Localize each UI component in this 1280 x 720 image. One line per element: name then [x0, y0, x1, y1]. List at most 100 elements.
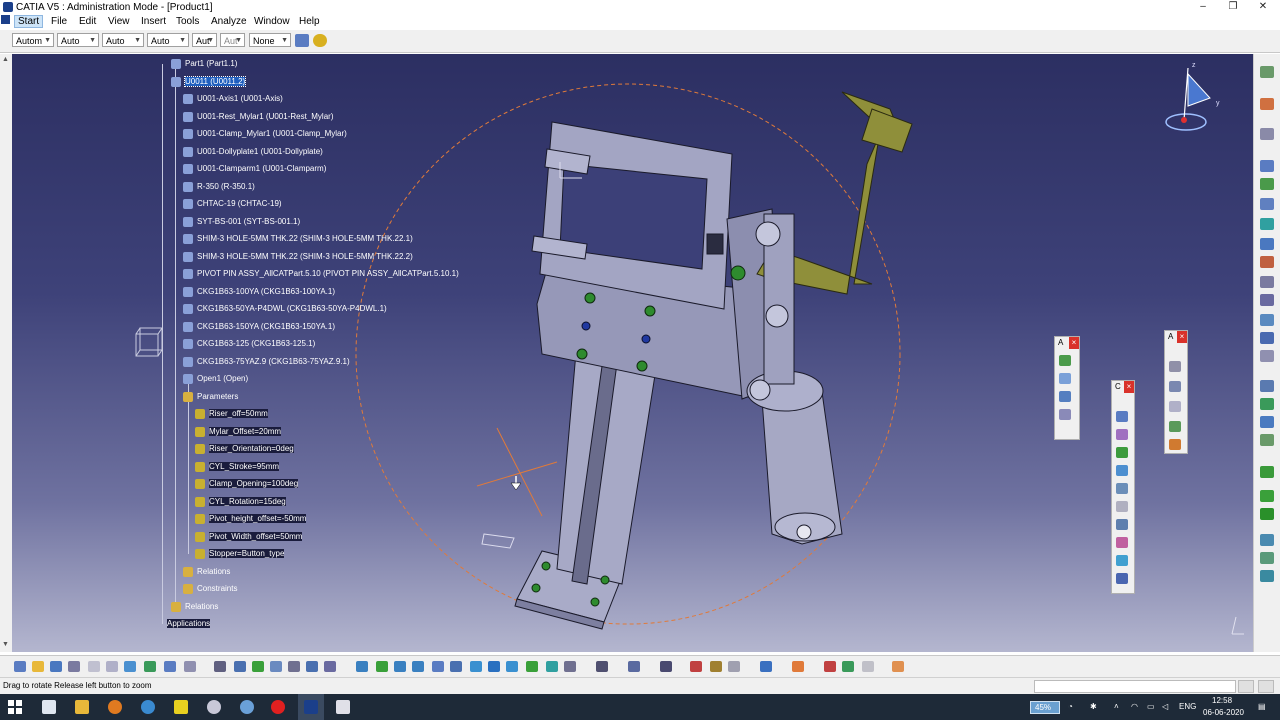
recorder-icon[interactable] — [271, 700, 285, 714]
tool-icon[interactable] — [1260, 238, 1274, 250]
toolbar-tool-icon[interactable] — [214, 661, 226, 672]
linetype-combo[interactable]: Auto ▼ — [147, 33, 189, 47]
toolbar-tool-icon[interactable] — [252, 661, 264, 672]
toolbar-tool-icon[interactable] — [164, 661, 176, 672]
tool-icon[interactable] — [1059, 391, 1071, 402]
menu-file[interactable]: File — [51, 16, 67, 27]
tool-icon[interactable] — [1260, 256, 1274, 268]
toolbar-tool-icon[interactable] — [124, 661, 136, 672]
battery-icon[interactable]: ▭ — [1147, 702, 1155, 711]
toolbar-tool-icon[interactable] — [14, 661, 26, 672]
toolbar-tool-icon[interactable] — [144, 661, 156, 672]
toolbar-tool-icon[interactable] — [660, 661, 672, 672]
toolbar-tool-icon[interactable] — [628, 661, 640, 672]
restore-button[interactable]: ❐ — [1218, 0, 1248, 14]
toolbar-tool-icon[interactable] — [842, 661, 854, 672]
tool-icon[interactable] — [1260, 398, 1274, 410]
toolbar-tool-icon[interactable] — [68, 661, 80, 672]
tool-icon[interactable] — [1059, 409, 1071, 420]
tool-icon[interactable] — [1169, 421, 1181, 432]
tool-icon[interactable] — [1116, 519, 1128, 530]
tool-icon[interactable] — [1169, 401, 1181, 412]
tool-icon[interactable] — [1260, 508, 1274, 520]
tool-icon[interactable] — [1116, 465, 1128, 476]
menu-insert[interactable]: Insert — [141, 16, 166, 27]
file-explorer-icon[interactable] — [75, 700, 89, 714]
toolbar-tool-icon[interactable] — [792, 661, 804, 672]
tool-icon[interactable] — [1260, 332, 1274, 344]
network-icon[interactable]: ◔ — [1068, 702, 1073, 711]
scroll-up-icon[interactable]: ▲ — [2, 56, 9, 63]
close-icon[interactable]: × — [1177, 331, 1187, 343]
tool-icon[interactable] — [1260, 490, 1274, 502]
clock-date[interactable]: 06-06-2020 — [1203, 708, 1244, 717]
calculator-icon[interactable] — [42, 700, 56, 714]
bluetooth-icon[interactable]: ✱ — [1090, 702, 1097, 711]
tool-icon[interactable] — [1116, 573, 1128, 584]
close-icon[interactable]: × — [1124, 381, 1134, 393]
tool-icon[interactable] — [1116, 501, 1128, 512]
app-icon[interactable] — [336, 700, 350, 714]
volume-icon[interactable]: ◁ — [1162, 702, 1168, 711]
tool-icon[interactable] — [1260, 416, 1274, 428]
tool-icon[interactable] — [1260, 66, 1274, 78]
tool-icon[interactable] — [1260, 128, 1274, 140]
toolbar-tool-icon[interactable] — [32, 661, 44, 672]
clock-time[interactable]: 12:58 — [1212, 696, 1232, 705]
toolbar-tool-icon[interactable] — [106, 661, 118, 672]
toolbar-tool-icon[interactable] — [728, 661, 740, 672]
toolbar-tool-icon[interactable] — [470, 661, 482, 672]
transparency-combo[interactable]: Auto ▼ — [57, 33, 99, 47]
minimize-button[interactable]: – — [1188, 0, 1218, 14]
tool-icon[interactable] — [1260, 98, 1274, 110]
tool-icon[interactable] — [1260, 294, 1274, 306]
tool-icon[interactable] — [1116, 483, 1128, 494]
menu-edit[interactable]: Edit — [79, 16, 96, 27]
sticky-notes-icon[interactable] — [174, 700, 188, 714]
floating-palette-c[interactable]: C × — [1111, 380, 1135, 594]
line-thickness-combo[interactable]: Aut ▼ — [192, 33, 217, 47]
tool-icon[interactable] — [1169, 361, 1181, 372]
toolbar-tool-icon[interactable] — [432, 661, 444, 672]
app-icon[interactable] — [240, 700, 254, 714]
power-input-button[interactable] — [1258, 680, 1274, 693]
line-color-combo[interactable]: Auto ▼ — [102, 33, 144, 47]
toolbar-tool-icon[interactable] — [546, 661, 558, 672]
tool-icon[interactable] — [1260, 314, 1274, 326]
power-input-field[interactable] — [1034, 680, 1236, 693]
toolbar-tool-icon[interactable] — [412, 661, 424, 672]
toolbar-tool-icon[interactable] — [690, 661, 702, 672]
app-icon[interactable] — [207, 700, 221, 714]
menu-view[interactable]: View — [108, 16, 130, 27]
floating-palette-b[interactable]: A × — [1164, 330, 1188, 454]
toolbar-tool-icon[interactable] — [88, 661, 100, 672]
tool-icon[interactable] — [1260, 276, 1274, 288]
notifications-icon[interactable]: ▤ — [1258, 702, 1266, 711]
toolbar-tool-icon[interactable] — [892, 661, 904, 672]
toolbar-tool-icon[interactable] — [596, 661, 608, 672]
toolbar-tool-icon[interactable] — [824, 661, 836, 672]
painter-icon[interactable] — [295, 34, 309, 47]
tool-icon[interactable] — [1116, 537, 1128, 548]
tool-icon[interactable] — [1260, 160, 1274, 172]
tool-icon[interactable] — [1260, 178, 1274, 190]
menu-tools[interactable]: Tools — [176, 16, 199, 27]
tool-icon[interactable] — [1169, 439, 1181, 450]
tool-icon[interactable] — [1116, 555, 1128, 566]
toolbar-tool-icon[interactable] — [270, 661, 282, 672]
battery-meter[interactable]: 45% — [1030, 701, 1060, 714]
wifi-icon[interactable]: ◠ — [1131, 702, 1138, 711]
app-icon[interactable] — [108, 700, 122, 714]
toolbar-tool-icon[interactable] — [50, 661, 62, 672]
toolbar-tool-icon[interactable] — [862, 661, 874, 672]
catia-taskbar-button[interactable] — [298, 694, 324, 720]
menu-window[interactable]: Window — [254, 16, 290, 27]
toolbar-tool-icon[interactable] — [306, 661, 318, 672]
tool-icon[interactable] — [1116, 447, 1128, 458]
3d-compass[interactable]: z y — [1162, 62, 1222, 132]
menu-start[interactable]: Start — [14, 15, 44, 28]
format-painter-icon[interactable] — [313, 34, 327, 47]
power-input-button[interactable] — [1238, 680, 1254, 693]
tool-icon[interactable] — [1059, 355, 1071, 366]
toolbar-tool-icon[interactable] — [488, 661, 500, 672]
